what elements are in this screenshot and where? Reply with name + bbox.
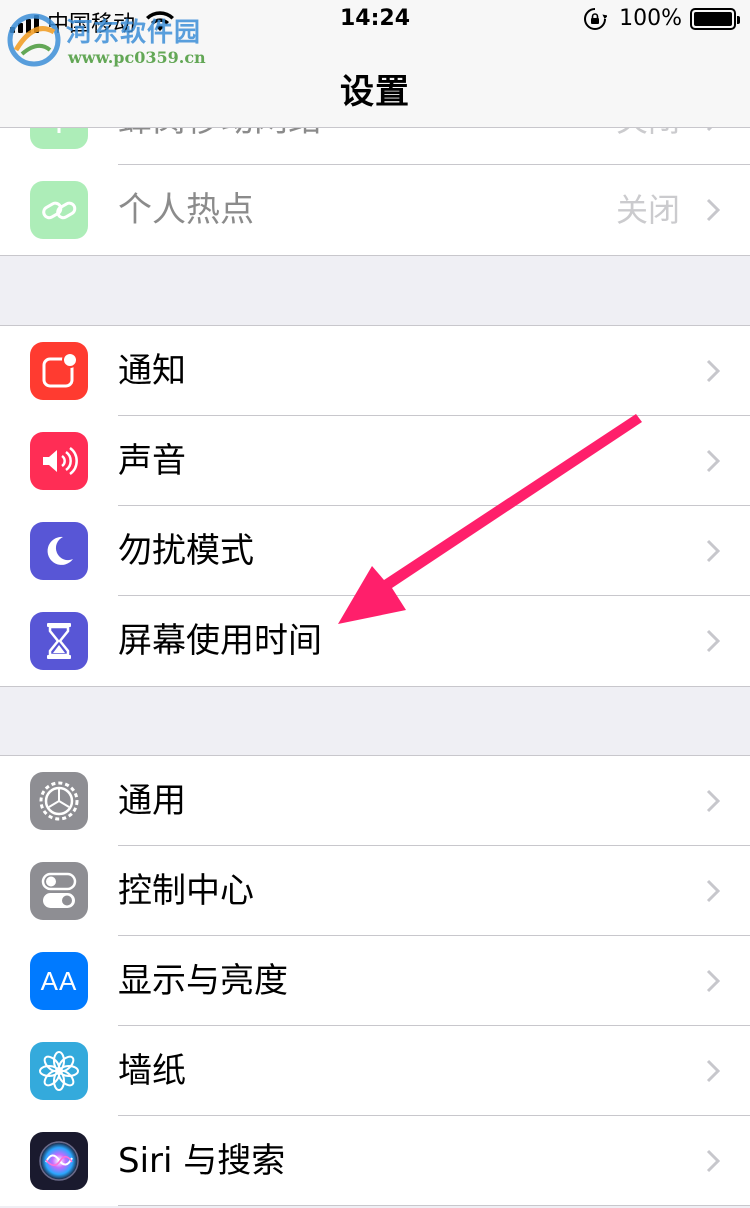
- sound-icon: [30, 432, 88, 490]
- text-size-glyph: AA: [40, 965, 78, 996]
- general-group: 通用 控制中心 AA 显示与亮度 墙纸 Siri 与搜索: [0, 755, 750, 1206]
- battery-icon: [690, 7, 740, 30]
- flower-icon: [30, 1042, 88, 1100]
- chevron-right-icon: [706, 1059, 720, 1083]
- list-item-general[interactable]: 通用: [0, 756, 750, 846]
- battery-level: [694, 11, 732, 26]
- watermark-url: www.pc0359.cn: [68, 48, 206, 67]
- list-item-hotspot[interactable]: 个人热点 关闭: [0, 165, 750, 255]
- watermark-title: 河东软件园: [66, 18, 202, 48]
- chevron-right-icon: [706, 969, 720, 993]
- list-item-screen-time[interactable]: 屏幕使用时间: [0, 596, 750, 686]
- list-item-notifications[interactable]: 通知: [0, 326, 750, 416]
- chevron-right-icon: [706, 789, 720, 813]
- chevron-right-icon: [706, 198, 720, 222]
- alerts-group: 通知 声音 勿扰模式 屏幕使用时间: [0, 325, 750, 687]
- chevron-right-icon: [706, 879, 720, 903]
- battery-percentage: 100%: [619, 6, 682, 31]
- wallpaper-label: 墙纸: [118, 1051, 186, 1091]
- chevron-right-icon: [706, 629, 720, 653]
- hotspot-label: 个人热点: [118, 190, 254, 230]
- list-item-sounds[interactable]: 声音: [0, 416, 750, 506]
- notifications-label: 通知: [118, 351, 186, 391]
- watermark: 河东软件园 www.pc0359.cn: [4, 8, 214, 72]
- chevron-right-icon: [706, 539, 720, 563]
- list-item-wallpaper[interactable]: 墙纸: [0, 1026, 750, 1116]
- toggles-icon: [30, 862, 88, 920]
- hotspot-icon: [30, 181, 88, 239]
- display-brightness-label: 显示与亮度: [118, 961, 288, 1001]
- hourglass-icon: [30, 612, 88, 670]
- list-item-control-center[interactable]: 控制中心: [0, 846, 750, 936]
- row-separator: [118, 1205, 750, 1206]
- chevron-right-icon: [706, 359, 720, 383]
- list-item-do-not-disturb[interactable]: 勿扰模式: [0, 506, 750, 596]
- watermark-logo-icon: [7, 13, 61, 67]
- general-label: 通用: [118, 781, 186, 821]
- notifications-icon: [30, 342, 88, 400]
- do-not-disturb-label: 勿扰模式: [118, 531, 254, 571]
- siri-icon: [30, 1132, 88, 1190]
- list-item-display-brightness[interactable]: AA 显示与亮度: [0, 936, 750, 1026]
- chevron-right-icon: [706, 449, 720, 473]
- sounds-label: 声音: [118, 441, 186, 481]
- list-item-siri-search[interactable]: Siri 与搜索: [0, 1116, 750, 1206]
- siri-search-label: Siri 与搜索: [118, 1141, 286, 1181]
- hotspot-value: 关闭: [615, 191, 680, 229]
- screen-time-label: 屏幕使用时间: [118, 621, 322, 661]
- chevron-right-icon: [706, 1149, 720, 1173]
- text-size-icon: AA: [30, 952, 88, 1010]
- gear-icon: [30, 772, 88, 830]
- moon-icon: [30, 522, 88, 580]
- control-center-label: 控制中心: [118, 871, 254, 911]
- rotation-lock-icon: [584, 7, 608, 30]
